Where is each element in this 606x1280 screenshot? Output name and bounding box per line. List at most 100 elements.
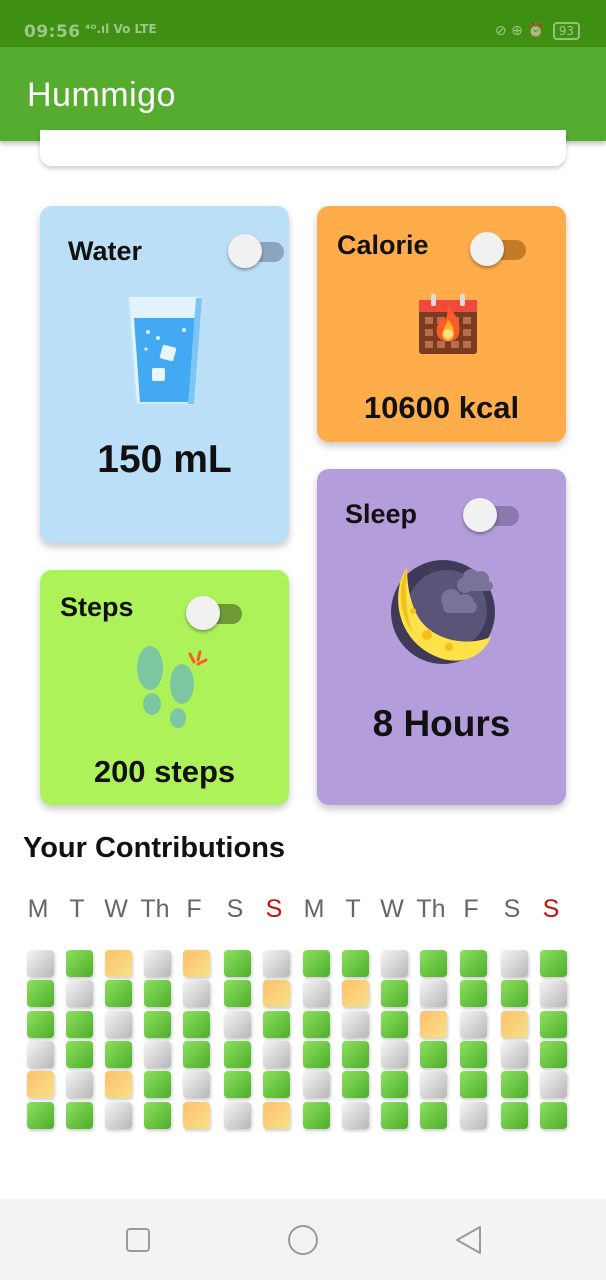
contribution-cell[interactable]: [144, 980, 171, 1007]
contribution-cell[interactable]: [66, 1041, 93, 1068]
contribution-cell[interactable]: [420, 1011, 447, 1038]
contribution-cell[interactable]: [66, 1102, 93, 1129]
contribution-cell[interactable]: [460, 950, 487, 977]
contribution-cell[interactable]: [224, 980, 251, 1007]
contribution-cell[interactable]: [381, 1071, 408, 1098]
contribution-cell[interactable]: [381, 950, 408, 977]
contribution-cell[interactable]: [224, 1071, 251, 1098]
contribution-cell[interactable]: [540, 1071, 567, 1098]
contribution-cell[interactable]: [540, 1102, 567, 1129]
contribution-cell[interactable]: [27, 950, 54, 977]
contribution-cell[interactable]: [303, 1011, 330, 1038]
day-label: W: [380, 895, 404, 923]
contribution-cell[interactable]: [224, 1011, 251, 1038]
contribution-cell[interactable]: [303, 980, 330, 1007]
contribution-cell[interactable]: [501, 1041, 528, 1068]
steps-card[interactable]: Steps 200 steps: [40, 570, 289, 805]
contribution-cell[interactable]: [460, 1071, 487, 1098]
contribution-cell[interactable]: [342, 950, 369, 977]
contribution-cell[interactable]: [224, 1041, 251, 1068]
contribution-cell[interactable]: [342, 980, 369, 1007]
contribution-cell[interactable]: [342, 1102, 369, 1129]
day-label: S: [503, 895, 521, 923]
contribution-cell[interactable]: [144, 1071, 171, 1098]
sleep-card[interactable]: Sleep 8 Hours: [317, 469, 566, 805]
contribution-cell[interactable]: [540, 1041, 567, 1068]
contribution-cell[interactable]: [303, 1071, 330, 1098]
triangle-back-icon[interactable]: [454, 1225, 482, 1255]
day-label: W: [104, 895, 128, 923]
contribution-cell[interactable]: [183, 1041, 210, 1068]
contribution-cell[interactable]: [183, 1102, 210, 1129]
contribution-cell[interactable]: [420, 1071, 447, 1098]
square-icon[interactable]: [125, 1227, 151, 1253]
contribution-cell[interactable]: [105, 1041, 132, 1068]
contribution-cell[interactable]: [460, 1011, 487, 1038]
contribution-cell[interactable]: [105, 950, 132, 977]
water-card[interactable]: Water 150 mL: [40, 206, 289, 543]
contribution-cell[interactable]: [27, 1071, 54, 1098]
contribution-cell[interactable]: [263, 1011, 290, 1038]
contribution-cell[interactable]: [501, 980, 528, 1007]
contribution-cell[interactable]: [501, 1011, 528, 1038]
contribution-cell[interactable]: [303, 950, 330, 977]
steps-toggle[interactable]: [186, 596, 242, 630]
contribution-cell[interactable]: [66, 950, 93, 977]
day-label: T: [345, 895, 361, 923]
contribution-cell[interactable]: [381, 1102, 408, 1129]
sleep-toggle[interactable]: [463, 498, 519, 532]
contribution-cell[interactable]: [540, 980, 567, 1007]
contribution-cell[interactable]: [105, 1102, 132, 1129]
calorie-toggle[interactable]: [470, 232, 526, 266]
contribution-cell[interactable]: [342, 1071, 369, 1098]
contribution-cell[interactable]: [263, 1071, 290, 1098]
contribution-cell[interactable]: [303, 1041, 330, 1068]
contribution-cell[interactable]: [183, 1071, 210, 1098]
contribution-cell[interactable]: [144, 1102, 171, 1129]
contribution-cell[interactable]: [381, 980, 408, 1007]
contribution-cell[interactable]: [183, 1011, 210, 1038]
water-toggle[interactable]: [228, 234, 284, 268]
contribution-cell[interactable]: [105, 980, 132, 1007]
contribution-cell[interactable]: [27, 1041, 54, 1068]
contribution-cell[interactable]: [144, 1011, 171, 1038]
contribution-cell[interactable]: [420, 950, 447, 977]
contribution-cell[interactable]: [144, 950, 171, 977]
contribution-cell[interactable]: [263, 1041, 290, 1068]
contribution-cell[interactable]: [540, 1011, 567, 1038]
contribution-cell[interactable]: [66, 1071, 93, 1098]
contribution-cell[interactable]: [105, 1071, 132, 1098]
contribution-cell[interactable]: [460, 1102, 487, 1129]
contribution-cell[interactable]: [66, 980, 93, 1007]
contribution-cell[interactable]: [540, 950, 567, 977]
contribution-cell[interactable]: [27, 980, 54, 1007]
contribution-cell[interactable]: [27, 1102, 54, 1129]
contribution-cell[interactable]: [183, 980, 210, 1007]
contribution-cell[interactable]: [27, 1011, 54, 1038]
contribution-cell[interactable]: [420, 1041, 447, 1068]
day-label: F: [463, 895, 479, 923]
contribution-cell[interactable]: [263, 1102, 290, 1129]
contribution-cell[interactable]: [420, 980, 447, 1007]
contribution-cell[interactable]: [183, 950, 210, 977]
contribution-cell[interactable]: [342, 1041, 369, 1068]
contribution-cell[interactable]: [381, 1011, 408, 1038]
contribution-cell[interactable]: [501, 950, 528, 977]
contribution-cell[interactable]: [501, 1102, 528, 1129]
contribution-cell[interactable]: [342, 1011, 369, 1038]
circle-icon[interactable]: [287, 1224, 319, 1256]
contribution-cell[interactable]: [263, 980, 290, 1007]
calorie-card[interactable]: Calorie 10600 kcal: [317, 206, 566, 442]
contribution-cell[interactable]: [303, 1102, 330, 1129]
contribution-cell[interactable]: [224, 950, 251, 977]
contribution-cell[interactable]: [144, 1041, 171, 1068]
contribution-cell[interactable]: [105, 1011, 132, 1038]
contribution-cell[interactable]: [263, 950, 290, 977]
contribution-cell[interactable]: [460, 980, 487, 1007]
contribution-cell[interactable]: [66, 1011, 93, 1038]
contribution-cell[interactable]: [501, 1071, 528, 1098]
contribution-cell[interactable]: [460, 1041, 487, 1068]
contribution-cell[interactable]: [420, 1102, 447, 1129]
contribution-cell[interactable]: [224, 1102, 251, 1129]
contribution-cell[interactable]: [381, 1041, 408, 1068]
